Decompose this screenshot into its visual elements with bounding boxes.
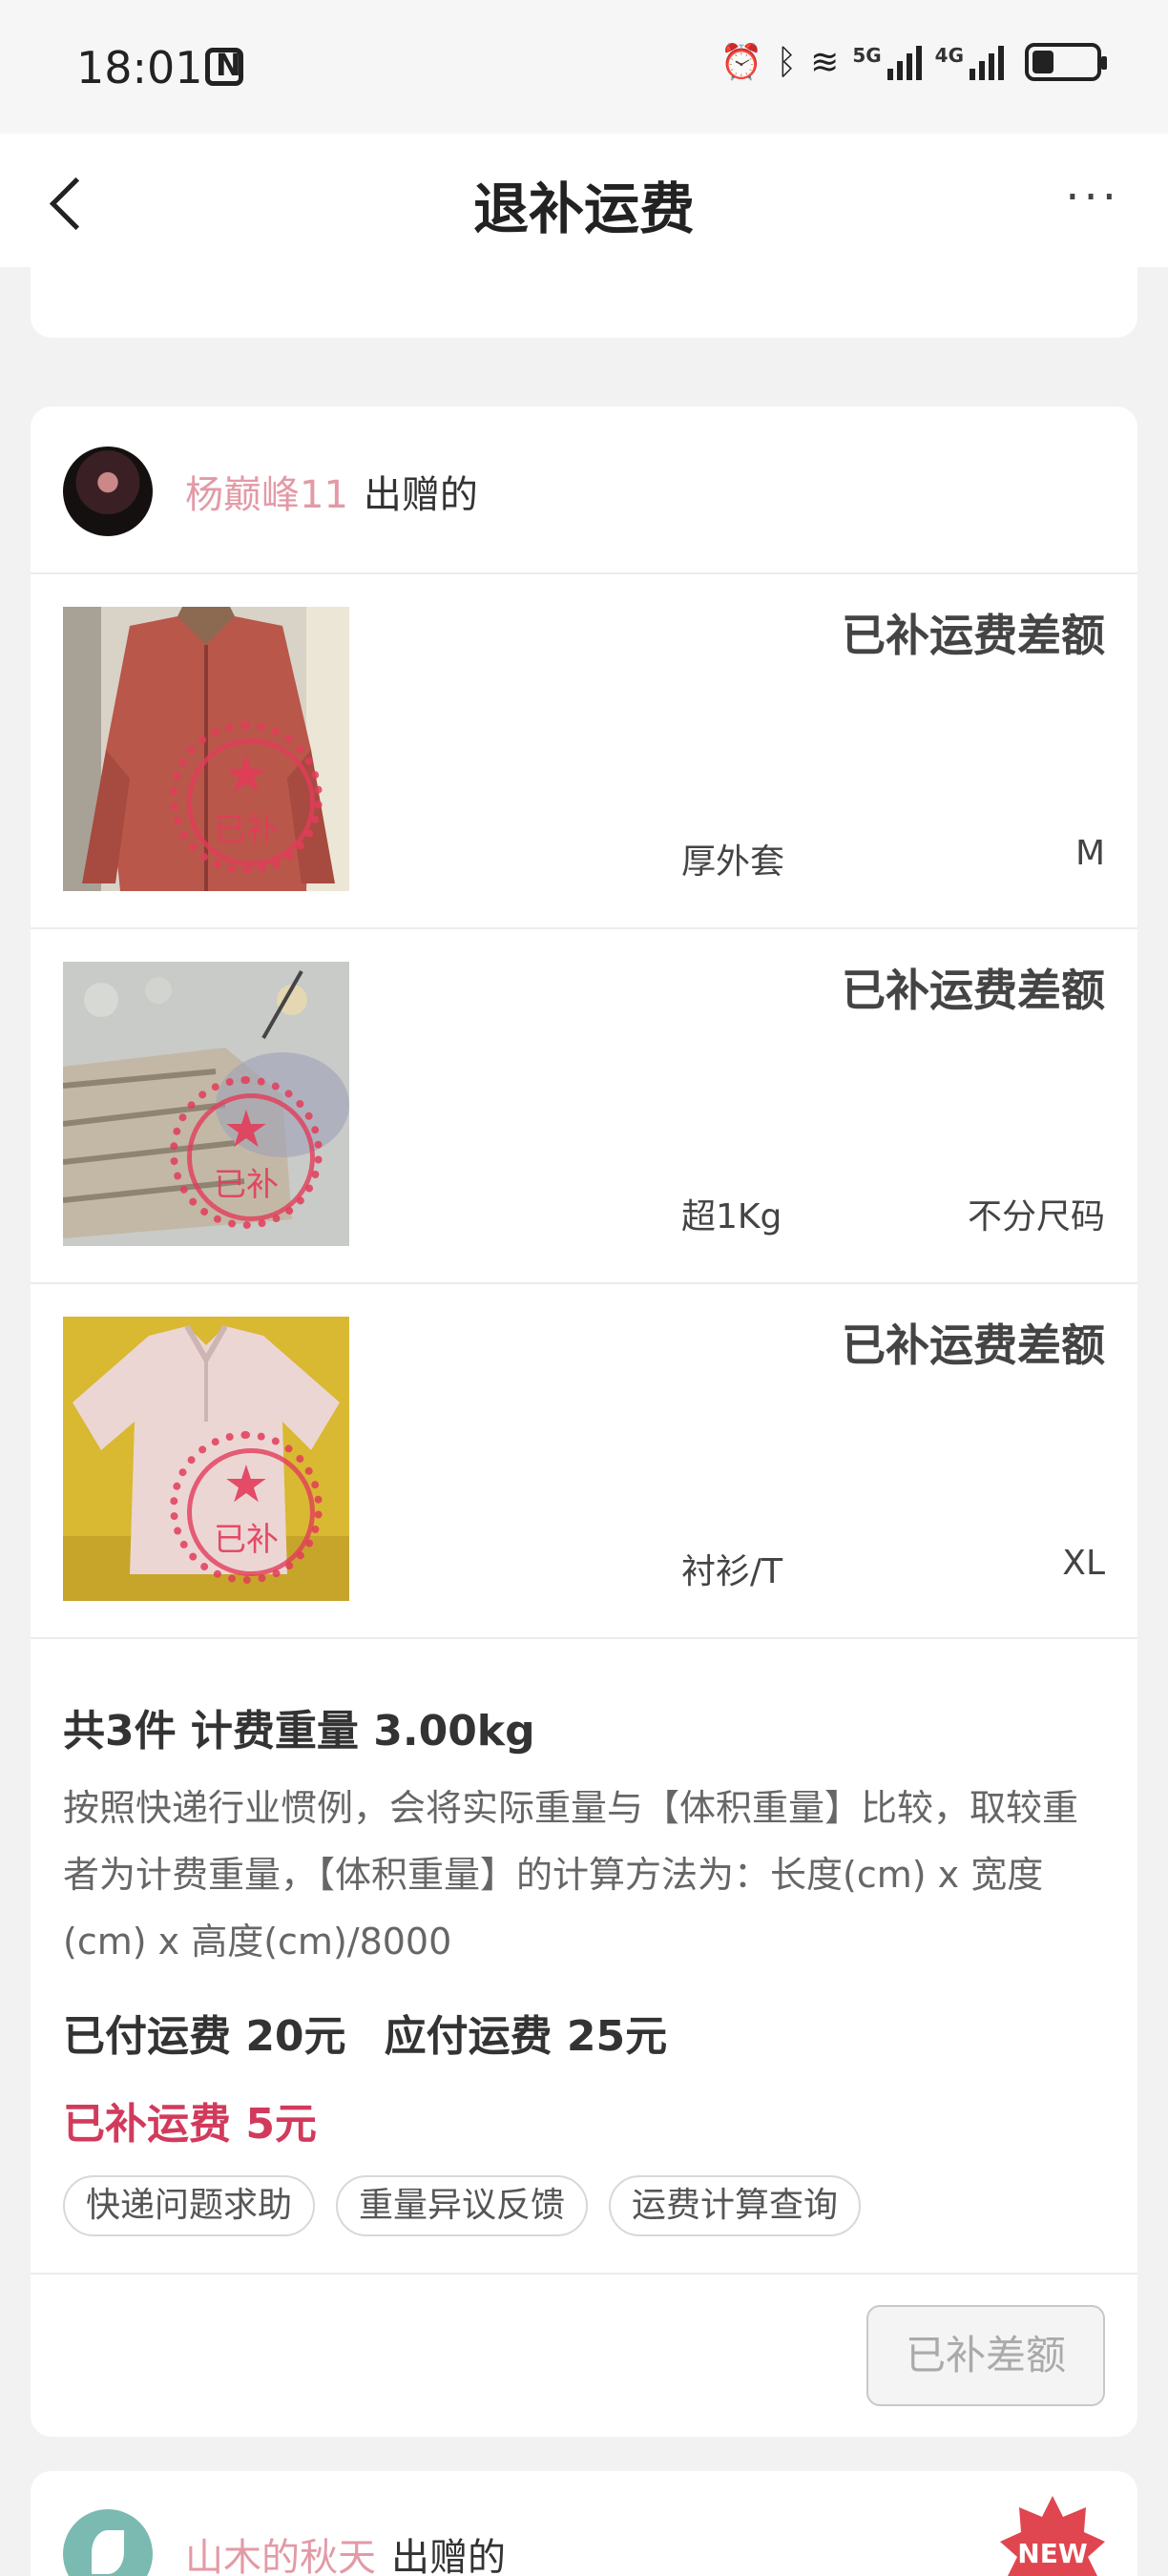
previous-order-card	[31, 267, 1137, 338]
item-size: 不分尺码	[967, 1197, 1105, 1236]
divider	[31, 2273, 1137, 2275]
refund-amount: 已补运费 5元	[63, 2100, 317, 2149]
alarm-icon: ⏰	[720, 43, 763, 82]
stamp-text: 已补	[214, 1166, 279, 1204]
donor-name[interactable]: 杨巅峰11	[185, 464, 348, 519]
avatar[interactable]	[63, 2509, 153, 2576]
item-status: 已补运费差额	[842, 1319, 1105, 1371]
refunded-difference-button[interactable]: 已补差额	[866, 2305, 1105, 2406]
more-icon[interactable]: ···	[1065, 175, 1120, 220]
donor-suffix: 出赠的	[363, 473, 478, 517]
item-category: 超1Kg	[681, 1197, 782, 1236]
item-image-jacket: ★ 已补	[63, 607, 349, 891]
paid-fee: 已付运费 20元	[63, 2012, 346, 2061]
bluetooth-icon: ᛒ	[776, 42, 798, 82]
due-fee: 应付运费 25元	[384, 2012, 668, 2061]
item-status: 已补运费差额	[842, 610, 1105, 661]
list-item[interactable]: ★ 已补 已补运费差额 超1Kg 不分尺码	[31, 927, 1137, 1282]
tag-courier-help[interactable]: 快递问题求助	[63, 2175, 316, 2236]
freight-summary: 共3件 计费重量 3.00kg 按照快递行业惯例，会将实际重量与【体积重量】比较…	[63, 1696, 1113, 2150]
stamp-star-icon: ★	[222, 744, 270, 804]
stamp-star-icon: ★	[222, 1454, 270, 1514]
signal-5g-label: 5G	[852, 44, 882, 67]
signal-5g-icon: 5G	[852, 44, 922, 80]
order-card: 杨巅峰11 出赠的 ★ 已补 已补运费差额 厚外套 M ★ 已补 已补运费差额 …	[31, 406, 1137, 2437]
refunded-stamp: ★ 已补	[170, 1431, 323, 1584]
stamp-star-icon: ★	[222, 1099, 270, 1159]
item-status: 已补运费差额	[842, 965, 1105, 1016]
tag-weight-dispute[interactable]: 重量异议反馈	[336, 2175, 589, 2236]
next-order-card: 山木的秋天 出赠的 NEW	[31, 2471, 1137, 2576]
summary-description: 按照快递行业惯例，会将实际重量与【体积重量】比较，取较重者为计费重量，【体积重量…	[63, 1787, 1079, 1963]
donor-name[interactable]: 山木的秋天	[185, 2526, 376, 2576]
nfc-icon	[205, 47, 243, 86]
divider	[31, 1637, 1137, 1639]
fee-line: 已付运费 20元 应付运费 25元	[63, 2002, 1113, 2063]
wifi-icon: ≋	[810, 42, 840, 82]
status-icons: ⏰ ᛒ ≋ 5G 4G	[720, 42, 1107, 82]
status-time: 18:01	[76, 42, 203, 93]
avatar[interactable]	[63, 447, 153, 536]
item-image-shirt: ★ 已补	[63, 1317, 349, 1601]
donor-suffix: 出赠的	[391, 2536, 506, 2576]
item-image-package: ★ 已补	[63, 962, 349, 1246]
new-badge-label: NEW	[1017, 2538, 1088, 2569]
item-size: M	[1074, 834, 1105, 873]
list-item[interactable]: ★ 已补 已补运费差额 厚外套 M	[31, 572, 1137, 927]
new-badge: NEW	[1000, 2496, 1105, 2576]
tag-fee-query[interactable]: 运费计算查询	[609, 2175, 862, 2236]
item-size: XL	[1062, 1544, 1105, 1583]
status-bar: 18:01 ⏰ ᛒ ≋ 5G 4G	[0, 0, 1168, 134]
item-category: 衬衫/T	[681, 1552, 783, 1591]
stamp-text: 已补	[214, 1521, 279, 1559]
donor-header: 杨巅峰11 出赠的	[63, 447, 478, 536]
help-tags: 快递问题求助 重量异议反馈 运费计算查询	[63, 2175, 862, 2236]
stamp-text: 已补	[214, 811, 279, 849]
list-item[interactable]: ★ 已补 已补运费差额 衬衫/T XL	[31, 1282, 1137, 1637]
signal-4g-icon: 4G	[935, 44, 1004, 80]
item-category: 厚外套	[681, 842, 785, 882]
signal-4g-label: 4G	[934, 44, 964, 67]
refunded-stamp: ★ 已补	[170, 721, 323, 874]
refunded-stamp: ★ 已补	[170, 1076, 323, 1229]
battery-icon	[1025, 43, 1107, 81]
summary-title: 共3件 计费重量 3.00kg	[63, 1707, 535, 1755]
page-title: 退补运费	[472, 177, 695, 241]
donor-header: 山木的秋天 出赠的	[63, 2509, 506, 2576]
nav-bar: 退补运费 ···	[0, 134, 1168, 267]
